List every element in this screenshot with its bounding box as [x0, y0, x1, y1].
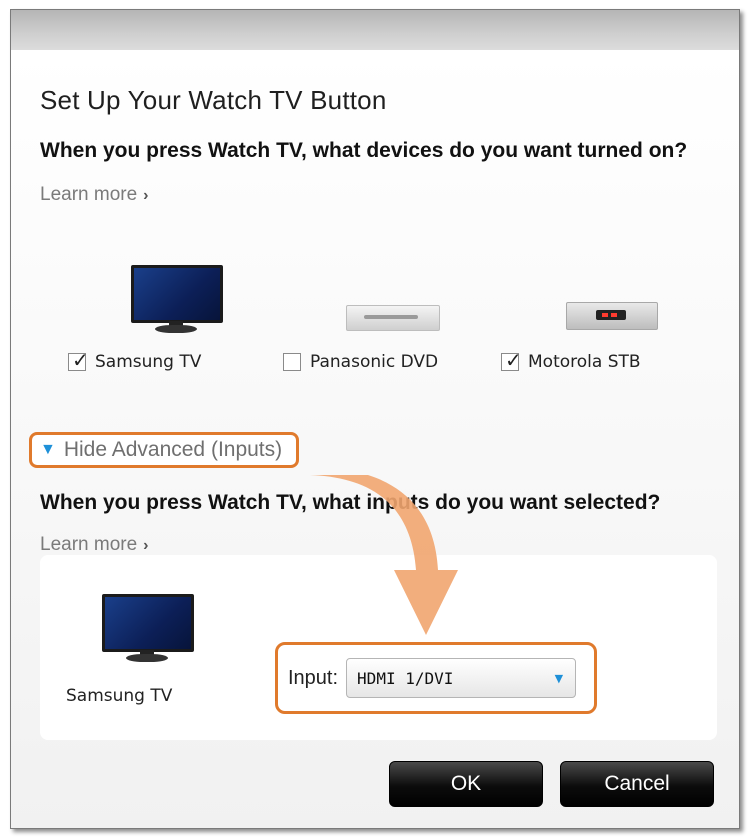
input-select[interactable]: HDMI 1/DVI ▼ — [346, 658, 577, 698]
device-label: Motorola STB — [528, 352, 641, 372]
learn-more-link-2[interactable]: Learn more › — [40, 534, 149, 556]
callout-arrow-icon — [310, 475, 458, 635]
input-selector-highlight: Input: HDMI 1/DVI ▼ — [275, 642, 597, 714]
device-motorola-stb[interactable]: ✓ Motorola STB — [501, 348, 641, 372]
check-icon: ✓ — [72, 348, 89, 372]
input-label: Input: — [288, 666, 339, 689]
panasonic-dvd-checkbox[interactable] — [283, 353, 301, 371]
dialog-window: Set Up Your Watch TV Button When you pre… — [10, 9, 740, 829]
input-device-label: Samsung TV — [66, 686, 173, 706]
dialog-titlebar[interactable] — [11, 10, 739, 50]
motorola-stb-checkbox[interactable]: ✓ — [501, 348, 522, 372]
device-label: Samsung TV — [95, 352, 202, 372]
samsung-tv-checkbox[interactable]: ✓ — [68, 348, 89, 372]
dialog-title: Set Up Your Watch TV Button — [40, 85, 387, 115]
input-select-value: HDMI 1/DVI — [357, 668, 454, 688]
learn-more-link[interactable]: Learn more › — [40, 184, 149, 206]
learn-more-label: Learn more — [40, 184, 138, 205]
chevron-right-icon: › — [143, 537, 149, 554]
triangle-down-icon: ▼ — [40, 441, 56, 458]
cancel-button[interactable]: Cancel — [560, 761, 714, 807]
device-samsung-tv[interactable]: ✓ Samsung TV — [68, 348, 202, 372]
dialog-content: Set Up Your Watch TV Button When you pre… — [11, 50, 739, 828]
ok-button[interactable]: OK — [389, 761, 543, 807]
device-label: Panasonic DVD — [310, 352, 439, 372]
check-icon: ✓ — [505, 348, 522, 372]
device-panasonic-dvd[interactable]: Panasonic DVD — [283, 352, 438, 372]
devices-question: When you press Watch TV, what devices do… — [40, 139, 688, 162]
dropdown-caret-icon: ▼ — [554, 671, 564, 685]
advanced-toggle-label: Hide Advanced (Inputs) — [63, 438, 283, 461]
learn-more-label: Learn more — [40, 534, 138, 555]
hide-advanced-toggle[interactable]: ▼ Hide Advanced (Inputs) — [29, 432, 299, 468]
chevron-right-icon: › — [143, 187, 149, 204]
